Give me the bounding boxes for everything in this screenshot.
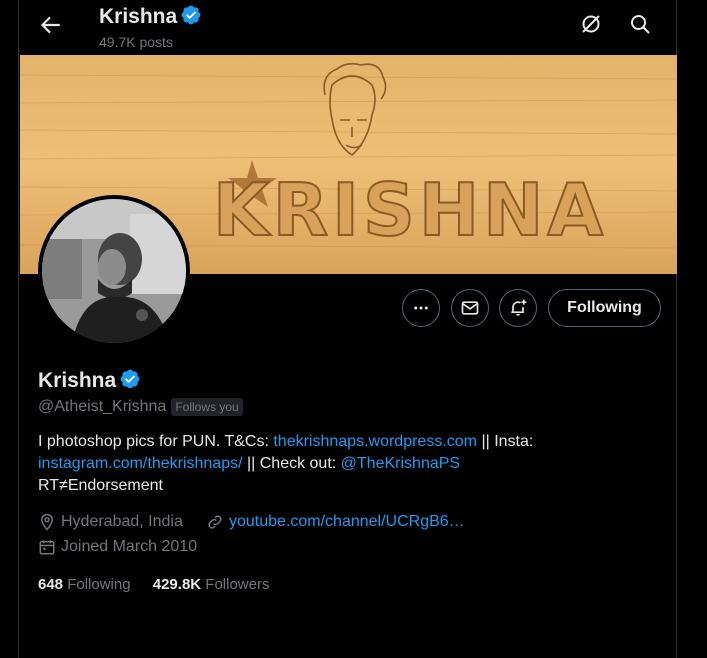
website-link[interactable]: youtube.com/channel/UCRgB6…: [229, 513, 465, 531]
profile-name-row: Krishna: [38, 368, 141, 393]
location-pin-icon: [40, 513, 54, 531]
joined-row: Joined March 2010: [38, 538, 197, 556]
bio-text: || Insta:: [477, 433, 534, 450]
handle-row: @Atheist_Krishna Follows you: [38, 398, 243, 416]
website-row: youtube.com/channel/UCRgB6…: [206, 513, 465, 531]
avatar-photo: [42, 199, 186, 343]
back-arrow-icon[interactable]: [37, 12, 63, 38]
avatar[interactable]: [38, 195, 190, 347]
location-text: Hyderabad, India: [61, 513, 183, 530]
followers-stat-label: Followers: [205, 576, 270, 593]
bio-mention-link[interactable]: @TheKrishnaPS: [341, 455, 460, 472]
profile-column: Krishna 49.7K posts KRISHNA Following Kr…: [18, 0, 677, 658]
followers-stat[interactable]: 429.8K Followers: [153, 576, 270, 593]
more-dots-icon: [414, 306, 428, 310]
following-button[interactable]: Following: [548, 289, 661, 327]
location-row: Hyderabad, India: [38, 513, 183, 531]
bio-link-instagram[interactable]: instagram.com/thekrishnaps/: [38, 455, 243, 472]
header-post-count: 49.7K posts: [99, 34, 173, 50]
bio-text: || Check out:: [242, 455, 341, 472]
message-button[interactable]: [451, 289, 489, 327]
mail-icon: [461, 301, 479, 315]
calendar-icon: [39, 540, 55, 555]
bio-text: RT≠Endorsement: [38, 477, 163, 494]
grok-icon[interactable]: [579, 12, 603, 36]
header-title: Krishna: [99, 4, 202, 29]
header-name: Krishna: [99, 5, 178, 28]
follow-stats: 648 Following 429.8K Followers: [38, 576, 287, 593]
top-bar: Krishna 49.7K posts: [19, 0, 676, 54]
link-icon: [208, 515, 222, 529]
following-stat-label: Following: [67, 576, 131, 593]
notifications-button[interactable]: [499, 289, 537, 327]
bell-plus-icon: [511, 299, 527, 316]
joined-text: Joined March 2010: [61, 538, 198, 555]
profile-name: Krishna: [38, 369, 117, 392]
verified-badge-icon: [181, 5, 201, 25]
profile-bio: I photoshop pics for PUN. T&Cs: thekrish…: [38, 431, 658, 497]
verified-badge-icon: [120, 369, 140, 389]
following-stat[interactable]: 648 Following: [38, 576, 131, 593]
followers-count: 429.8K: [152, 576, 202, 593]
bio-link-wordpress[interactable]: thekrishnaps.wordpress.com: [273, 433, 477, 450]
profile-handle: @Atheist_Krishna: [38, 398, 167, 415]
following-count: 648: [38, 576, 64, 593]
search-icon[interactable]: [628, 12, 652, 36]
bio-text: I photoshop pics for PUN. T&Cs:: [38, 433, 274, 450]
follows-you-badge: Follows you: [171, 398, 243, 416]
banner-text: KRISHNA: [213, 168, 607, 252]
more-options-button[interactable]: [402, 289, 440, 327]
